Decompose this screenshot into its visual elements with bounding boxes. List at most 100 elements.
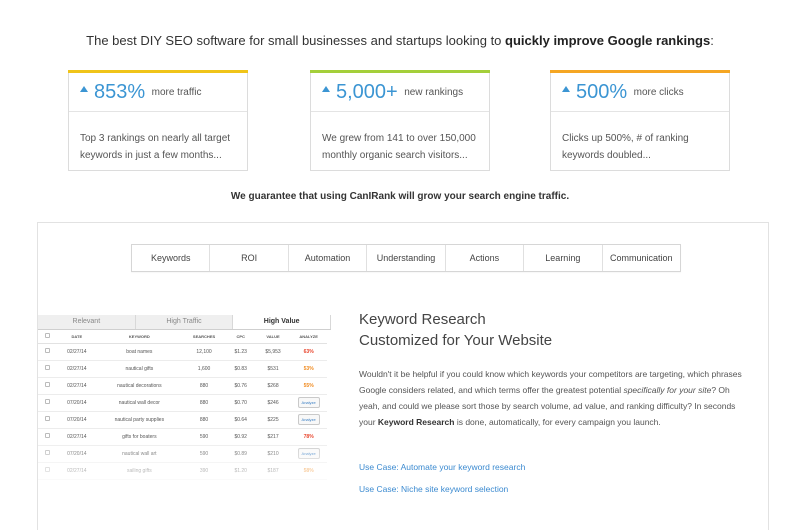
feature-panel: Keywords ROI Automation Understanding Ac… (37, 222, 769, 530)
cell-date: 02/27/14 (57, 343, 97, 361)
stat-description: Clicks up 500%, # of ranking keywords do… (562, 133, 689, 161)
cell-value: $5,953 (255, 343, 291, 361)
preview-tabs: Relevant High Traffic High Value (38, 315, 331, 330)
cell-searches: 880 (182, 411, 226, 429)
cell-value: $187 (255, 462, 291, 480)
use-case-link-automate[interactable]: Use Case: Automate your keyword research (359, 462, 525, 472)
tagline-lead: The best DIY SEO software for small busi… (86, 33, 506, 48)
title-line-1: Keyword Research (359, 311, 486, 328)
cell-value: $217 (255, 428, 291, 446)
keyword-research-body: Wouldn't it be helpful if you could know… (359, 366, 751, 430)
cell-cpc: $0.64 (225, 411, 256, 429)
tagline-tail: : (710, 33, 714, 48)
preview-tab-relevant[interactable]: Relevant (38, 315, 136, 329)
tagline-strong: quickly improve Google rankings (505, 33, 711, 48)
cell-searches: 590 (182, 445, 226, 463)
difficulty-score: 55% (303, 382, 314, 389)
stat-number: 5,000+ (336, 81, 398, 103)
cell-cpc: $0.92 (225, 428, 256, 446)
cell-cpc: $0.70 (225, 394, 256, 412)
tab-communication[interactable]: Communication (603, 245, 680, 271)
cell-value: $210 (255, 445, 291, 463)
cell-searches: 880 (182, 377, 226, 395)
table-row: 02/27/14 gifts for boaters 590 $0.92 $217 78% (38, 428, 327, 446)
cell-date: 07/20/14 (57, 445, 97, 463)
col-analyze: ANALYZE (290, 330, 327, 344)
stat-description: Top 3 rankings on nearly all target keyw… (80, 133, 231, 161)
row-checkbox[interactable] (45, 365, 51, 370)
cell-searches: 880 (182, 394, 226, 412)
table-row: 02/27/14 nautical gifts 1,600 $0.83 $531 53% (38, 360, 327, 378)
col-date: DATE (57, 330, 97, 344)
cell-date: 02/27/14 (57, 377, 97, 395)
divider (551, 111, 729, 112)
guarantee-text: We guarantee that using CanIRank will gr… (230, 191, 570, 202)
col-searches: SEARCHES (182, 330, 226, 344)
analyze-button[interactable]: Analyze (297, 448, 320, 459)
preview-tab-high-traffic[interactable]: High Traffic (135, 315, 234, 329)
stat-number: 853% (94, 81, 146, 103)
cell-date: 02/27/14 (57, 462, 97, 480)
divider (311, 111, 489, 112)
tab-keywords[interactable]: Keywords (132, 245, 211, 271)
stat-card-traffic: 853% more traffic Top 3 rankings on near… (68, 70, 248, 171)
cell-cpc: $1.20 (225, 462, 256, 480)
cell-keyword: nautical wall decor (96, 394, 183, 412)
cell-cpc: $0.83 (225, 360, 256, 378)
stat-number: 500% (576, 81, 628, 103)
row-checkbox[interactable] (45, 467, 51, 472)
tab-automation[interactable]: Automation (289, 245, 368, 271)
cell-searches: 590 (182, 428, 226, 446)
tab-understanding[interactable]: Understanding (367, 245, 446, 271)
preview-tab-high-value[interactable]: High Value (233, 315, 331, 329)
difficulty-score: 78% (303, 433, 314, 440)
cell-value: $246 (255, 394, 291, 412)
stat-unit: more clicks (633, 87, 684, 98)
cell-cpc: $0.89 (225, 445, 256, 463)
tab-actions[interactable]: Actions (446, 245, 525, 271)
stat-card-clicks: 500% more clicks Clicks up 500%, # of ra… (550, 70, 730, 171)
col-keyword: KEYWORD (96, 330, 183, 344)
cell-keyword: nautical decorations (96, 377, 183, 395)
col-value: VALUE (255, 330, 291, 344)
difficulty-score: 58% (303, 467, 314, 474)
body-text: is done, automatically, for every campai… (454, 417, 661, 427)
row-checkbox[interactable] (45, 416, 51, 421)
cell-date: 02/27/14 (57, 360, 97, 378)
cell-date: 02/27/14 (57, 428, 97, 446)
cell-keyword: sailing gifts (96, 462, 183, 480)
row-checkbox[interactable] (45, 450, 51, 455)
stat-card-rankings: 5,000+ new rankings We grew from 141 to … (310, 70, 490, 171)
table-row: 07/20/14 nautical wall art 590 $0.89 $210 Ana… (38, 445, 327, 463)
cell-keyword: nautical gifts (96, 360, 183, 378)
row-checkbox[interactable] (45, 382, 51, 387)
col-cpc: CPC (225, 330, 256, 344)
analyze-button[interactable]: Analyze (297, 397, 320, 408)
arrow-up-icon (80, 86, 88, 92)
table-row: 07/20/14 nautical wall decor 880 $0.70 $246 A… (38, 394, 327, 412)
arrow-up-icon (562, 86, 570, 92)
cell-date: 07/20/14 (57, 411, 97, 429)
row-checkbox[interactable] (45, 348, 51, 353)
use-case-link-niche[interactable]: Use Case: Niche site keyword selection (359, 484, 508, 494)
table-row: 02/27/14 nautical decorations 880 $0.76 $268… (38, 377, 327, 395)
cell-date: 07/20/14 (57, 394, 97, 412)
cell-keyword: gifts for boaters (96, 428, 183, 446)
tab-roi[interactable]: ROI (210, 245, 289, 271)
difficulty-score: 53% (303, 365, 314, 372)
cell-searches: 390 (182, 462, 226, 480)
cell-value: $531 (255, 360, 291, 378)
select-all-checkbox[interactable] (45, 333, 51, 339)
row-checkbox[interactable] (45, 433, 51, 438)
title-line-2: Customized for Your Website (359, 332, 553, 349)
stat-unit: new rankings (404, 87, 464, 98)
tab-learning[interactable]: Learning (524, 245, 603, 271)
cell-searches: 1,600 (182, 360, 226, 378)
cell-keyword: nautical wall art (96, 445, 183, 463)
feature-tabs: Keywords ROI Automation Understanding Ac… (131, 244, 681, 272)
cell-keyword: boat names (96, 343, 183, 361)
analyze-button[interactable]: Analyze (297, 414, 320, 425)
row-checkbox[interactable] (45, 399, 51, 404)
body-strong: Keyword Research (377, 417, 455, 427)
table-row: 02/27/14 boat names 12,100 $1.23 $5,953 63% (38, 343, 327, 361)
